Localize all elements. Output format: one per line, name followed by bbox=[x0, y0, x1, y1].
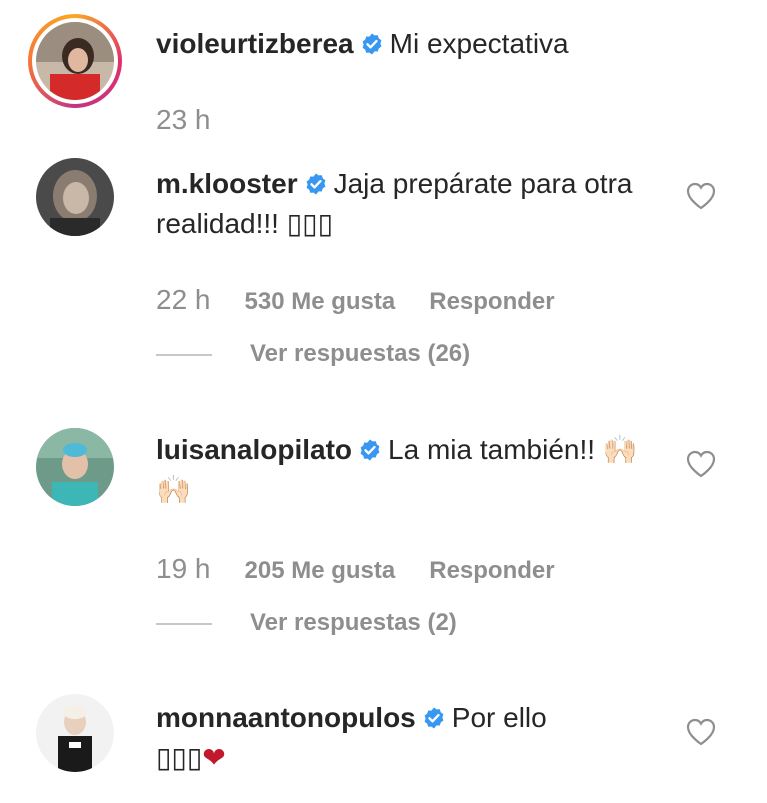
comment-time[interactable]: 19 h bbox=[156, 553, 211, 584]
comment-username[interactable]: monnaantonopulos bbox=[156, 702, 416, 733]
comment-username[interactable]: m.klooster bbox=[156, 168, 298, 199]
like-heart-icon[interactable] bbox=[686, 450, 716, 478]
comment-text: Mi expectativa bbox=[389, 28, 569, 59]
view-replies-label: Ver respuestas (2) bbox=[250, 609, 457, 636]
emoji-fallback: ▯▯▯ bbox=[156, 742, 203, 773]
divider bbox=[156, 353, 212, 356]
comment-time[interactable]: 23 h bbox=[156, 104, 211, 135]
avatar[interactable] bbox=[36, 22, 114, 100]
reply-button[interactable]: Responder bbox=[429, 557, 554, 584]
comment-text: Por ello bbox=[451, 702, 547, 733]
verified-badge-icon bbox=[360, 32, 384, 56]
comment-username[interactable]: luisanalopilato bbox=[156, 434, 352, 465]
view-replies-label: Ver respuestas (26) bbox=[250, 340, 471, 367]
reply-button[interactable]: Responder bbox=[429, 288, 554, 315]
verified-badge-icon bbox=[358, 438, 382, 462]
likes-count[interactable]: 530 Me gusta bbox=[245, 288, 396, 315]
likes-count[interactable]: 205 Me gusta bbox=[245, 557, 396, 584]
red-heart-emoji: ❤ bbox=[202, 742, 226, 773]
like-heart-icon[interactable] bbox=[686, 182, 716, 210]
verified-badge-icon bbox=[422, 706, 446, 730]
view-replies-button[interactable]: Ver respuestas (26) bbox=[156, 340, 470, 368]
like-heart-icon[interactable] bbox=[686, 718, 716, 746]
view-replies-button[interactable]: Ver respuestas (2) bbox=[156, 609, 457, 637]
comment-username[interactable]: violeurtizberea bbox=[156, 28, 354, 59]
divider bbox=[156, 622, 212, 625]
avatar[interactable] bbox=[36, 158, 114, 236]
avatar[interactable] bbox=[36, 694, 114, 772]
verified-badge-icon bbox=[304, 172, 328, 196]
emoji-fallback: ▯▯▯ bbox=[286, 208, 333, 239]
avatar[interactable] bbox=[36, 428, 114, 506]
comment-text: La mia también!! bbox=[388, 434, 603, 465]
comment-time[interactable]: 22 h bbox=[156, 284, 211, 315]
